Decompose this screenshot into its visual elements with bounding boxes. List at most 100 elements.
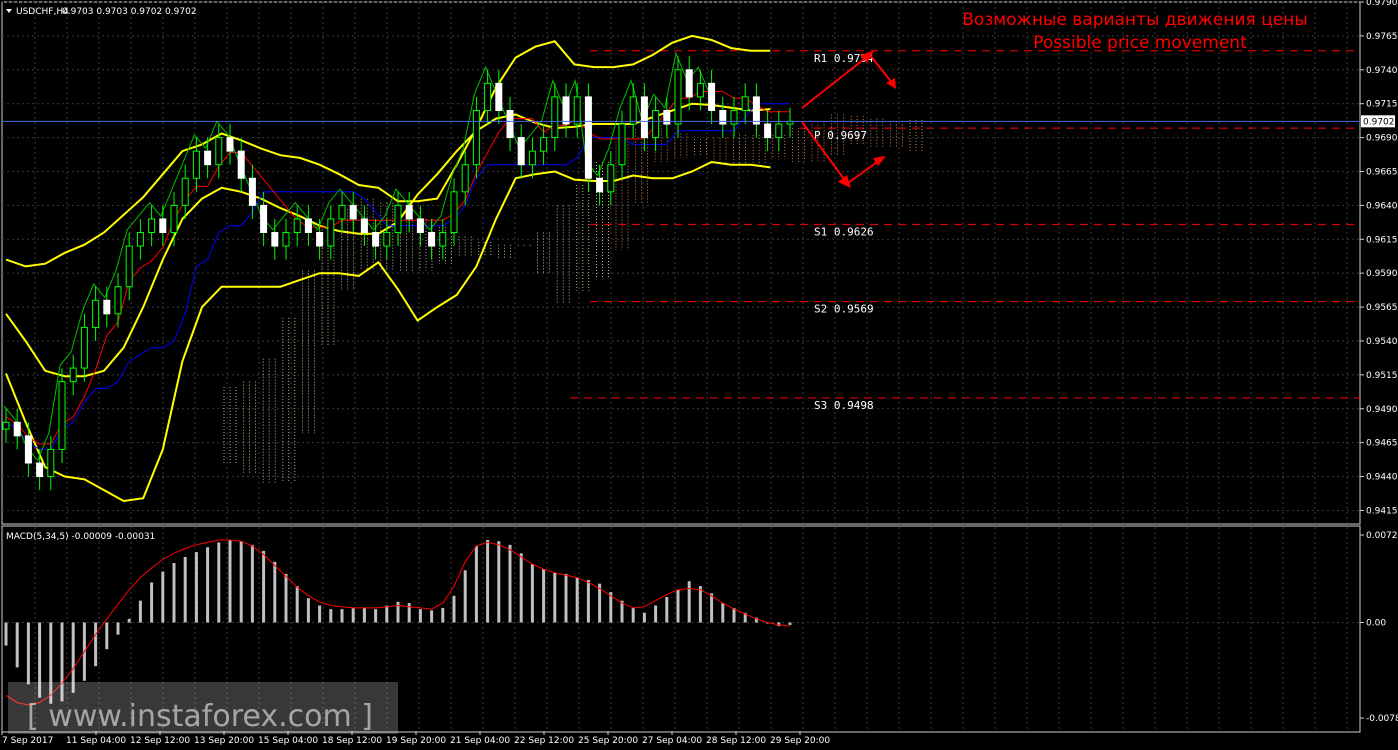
candle-body — [136, 231, 144, 247]
macd-histogram-bar — [631, 607, 635, 623]
candle-body — [24, 435, 32, 464]
macd-histogram-bar — [183, 556, 187, 623]
y-tick-label: 0.9690 — [1366, 134, 1398, 144]
candle-body — [752, 96, 760, 125]
candle-body — [640, 96, 648, 139]
candle-body — [573, 96, 581, 125]
candle-body — [450, 191, 458, 233]
candle-body — [125, 245, 133, 288]
macd-histogram-bar — [665, 597, 669, 623]
macd-histogram-bar — [306, 598, 310, 623]
candle-body — [439, 231, 447, 247]
candle-body — [338, 204, 346, 220]
x-tick-label: 22 Sep 12:00 — [514, 736, 574, 746]
macd-histogram-bar — [530, 564, 534, 623]
candle-body — [719, 109, 727, 125]
macd-histogram-bar — [295, 586, 299, 623]
candle-body — [775, 123, 783, 139]
candle-body — [103, 299, 111, 315]
x-tick-label: 28 Sep 12:00 — [706, 736, 766, 746]
y-tick-label: 0.9765 — [1366, 32, 1398, 42]
candle-body — [148, 218, 156, 233]
x-tick-label: 7 Sep 2017 — [2, 736, 53, 746]
y-tick-label: 0.9540 — [1366, 337, 1398, 347]
macd-histogram-bar — [318, 605, 322, 623]
candle-body — [629, 96, 637, 125]
candle-body — [674, 69, 682, 125]
y-tick-label: 0.9590 — [1366, 269, 1398, 279]
macd-histogram-bar — [4, 622, 8, 646]
candle-body — [517, 137, 525, 166]
candle-body — [685, 69, 693, 98]
macd-histogram-bar — [15, 622, 19, 668]
macd-histogram-bar — [206, 547, 210, 623]
candle-body — [730, 109, 738, 125]
candle-body — [260, 204, 268, 233]
macd-histogram-bar — [553, 572, 557, 623]
macd-histogram-bar — [228, 539, 232, 623]
x-tick-label: 15 Sep 04:00 — [258, 736, 318, 746]
macd-histogram-bar — [239, 541, 243, 623]
candle-body — [181, 177, 189, 206]
macd-histogram-bar — [418, 609, 422, 623]
macd-histogram-bar — [721, 603, 725, 623]
candle-body — [293, 218, 301, 233]
candle-body — [349, 204, 357, 220]
macd-histogram-bar — [586, 580, 590, 623]
y-tick-label: 0.9615 — [1366, 235, 1398, 245]
x-tick-label: 18 Sep 12:00 — [322, 736, 382, 746]
macd-histogram-bar — [374, 609, 378, 623]
macd-histogram-bar — [474, 546, 478, 623]
macd-histogram-bar — [542, 569, 546, 623]
macd-histogram-bar — [396, 601, 400, 623]
candle-body — [170, 204, 178, 233]
y-tick-label: 0.9665 — [1366, 167, 1398, 177]
macd-histogram-bar — [698, 586, 702, 623]
macd-histogram-bar — [138, 600, 142, 623]
candle-body — [618, 123, 626, 166]
candle-body — [506, 109, 514, 139]
macd-histogram-bar — [788, 622, 792, 625]
candle-body — [360, 218, 368, 233]
macd-y-tick-label: 0.00 — [1366, 618, 1386, 628]
x-tick-label: 25 Sep 20:00 — [578, 736, 638, 746]
x-tick-label: 21 Sep 04:00 — [450, 736, 510, 746]
level-s2-label: S2 0.9569 — [814, 303, 874, 316]
candle-body — [159, 218, 167, 233]
candle-body — [58, 381, 66, 450]
macd-histogram-bar — [351, 607, 355, 623]
macd-histogram-bar — [407, 603, 411, 623]
candle-body — [708, 82, 716, 111]
y-tick-label: 0.9740 — [1366, 66, 1398, 76]
macd-histogram-bar — [441, 607, 445, 623]
symbol-header: USDCHF,H4 0.9703 0.9703 0.9702 0.9702 — [6, 7, 197, 17]
y-tick-label: 0.9515 — [1366, 371, 1398, 381]
candle-body — [248, 177, 256, 206]
macd-histogram-bar — [430, 610, 434, 623]
macd-histogram-bar — [732, 607, 736, 623]
macd-title: MACD(5,34,5) -0.00009 -0.00031 — [6, 532, 155, 542]
trading-chart: R1 0.9754P 0.9697S1 0.9626S2 0.9569S3 0.… — [0, 0, 1398, 750]
candle-body — [428, 231, 436, 247]
macd-histogram-bar — [452, 595, 456, 623]
x-tick-label: 19 Sep 20:00 — [386, 736, 446, 746]
candle-body — [495, 82, 503, 111]
candle-body — [36, 462, 44, 478]
candle-body — [696, 82, 704, 98]
macd-histogram-bar — [497, 541, 501, 623]
current-price-marker: 0.9702 — [1361, 115, 1395, 128]
macd-histogram-bar — [463, 570, 467, 623]
macd-histogram-bar — [687, 581, 691, 623]
y-tick-label: 0.9490 — [1366, 405, 1398, 415]
candle-body — [663, 109, 671, 125]
candle-body — [204, 150, 212, 166]
y-tick-label: 0.9565 — [1366, 303, 1398, 313]
candle-body — [596, 177, 604, 193]
candle-body — [416, 218, 424, 233]
y-tick-label: 0.9440 — [1366, 473, 1398, 483]
candle-body — [484, 82, 492, 111]
macd-histogram-bar — [362, 607, 366, 623]
y-tick-label: 0.9640 — [1366, 201, 1398, 211]
candle-body — [92, 299, 100, 328]
macd-histogram-bar — [654, 605, 658, 623]
